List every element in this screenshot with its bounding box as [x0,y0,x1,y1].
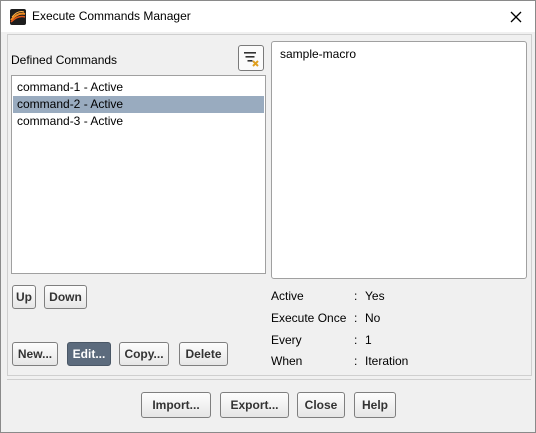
active-separator: : [354,289,358,303]
close-icon [510,11,522,23]
preview-text: sample-macro [280,47,357,61]
new-button[interactable]: New... [12,342,58,366]
footer-divider [7,379,531,380]
copy-button[interactable]: Copy... [119,342,169,366]
every-value: 1 [365,333,372,347]
execute-once-label: Execute Once [271,311,347,325]
window-title: Execute Commands Manager [32,9,191,23]
active-label: Active [271,289,304,303]
list-item-label: command-2 - Active [17,97,124,111]
execute-once-value: No [365,311,381,325]
title-bar: Execute Commands Manager [1,1,535,32]
import-button[interactable]: Import... [141,392,211,418]
list-item-command-2[interactable]: command-2 - Active [13,96,264,113]
list-item-label: command-3 - Active [17,114,124,128]
filter-clear-icon [244,52,259,67]
defined-commands-label: Defined Commands [11,53,118,67]
fluent-app-icon [10,9,26,25]
edit-button[interactable]: Edit... [67,342,111,366]
command-preview-box: sample-macro [271,41,527,279]
execute-once-separator: : [354,311,358,325]
close-button[interactable]: Close [297,392,345,418]
when-value: Iteration [365,354,409,368]
export-button[interactable]: Export... [220,392,289,418]
list-item-command-1[interactable]: command-1 - Active [13,79,264,96]
window-close-button[interactable] [506,7,526,27]
up-button[interactable]: Up [12,285,36,309]
help-button[interactable]: Help [354,392,396,418]
list-item-label: command-1 - Active [17,80,124,94]
commands-list[interactable]: command-1 - Active command-2 - Active co… [11,75,266,274]
execute-commands-dialog: Execute Commands Manager Defined Command… [0,0,536,433]
filter-clear-button[interactable] [238,45,264,71]
list-item-command-3[interactable]: command-3 - Active [13,113,264,130]
delete-button[interactable]: Delete [179,342,228,366]
active-value: Yes [365,289,385,303]
every-separator: : [354,333,358,347]
down-button[interactable]: Down [44,285,87,309]
when-label: When [271,354,303,368]
every-label: Every [271,333,302,347]
when-separator: : [354,354,358,368]
